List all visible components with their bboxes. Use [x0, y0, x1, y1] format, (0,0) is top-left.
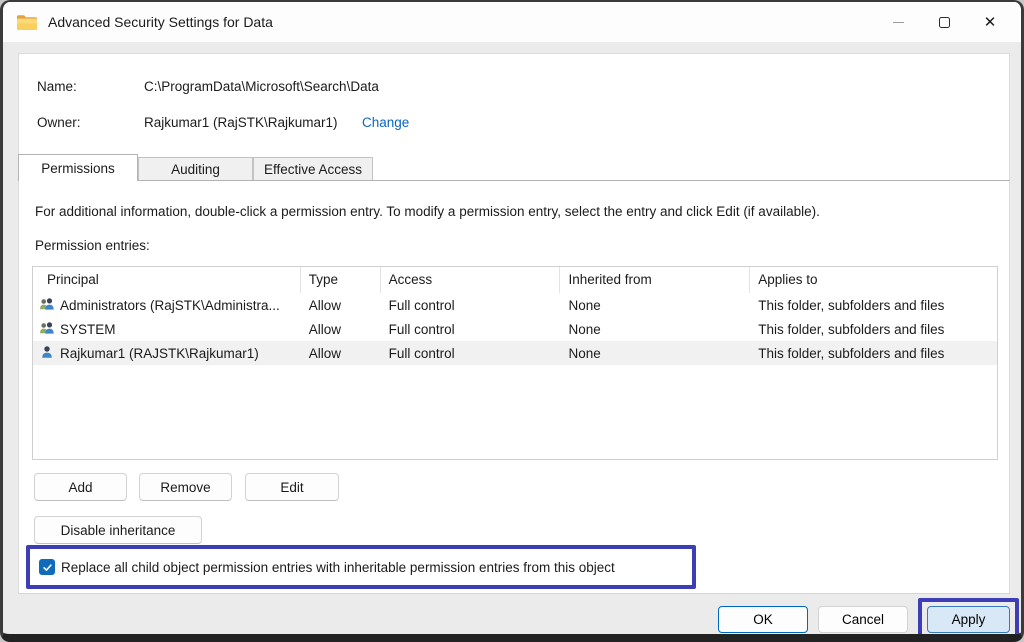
cancel-button[interactable]: Cancel — [818, 606, 908, 633]
principal-cell: Administrators (RajSTK\Administra... — [33, 297, 301, 313]
type-cell: Allow — [301, 298, 381, 313]
permissions-tab-content: For additional information, double-click… — [18, 180, 1010, 594]
change-owner-link[interactable]: Change — [362, 115, 409, 130]
type-cell: Allow — [301, 322, 381, 337]
table-row[interactable]: Rajkumar1 (RAJSTK\Rajkumar1) AllowFull co… — [33, 341, 997, 365]
user-icon — [39, 345, 55, 361]
table-header: Principal Type Access Inherited from App… — [33, 267, 997, 293]
advanced-security-settings-dialog: Advanced Security Settings for Data ✕ Na… — [0, 0, 1024, 642]
permission-entries-table: Principal Type Access Inherited from App… — [32, 266, 998, 460]
access-cell: Full control — [381, 298, 561, 313]
column-header-inherited-from[interactable]: Inherited from — [560, 267, 750, 293]
users-icon — [39, 321, 55, 337]
inherited-from-cell: None — [560, 346, 750, 361]
principal-cell: SYSTEM — [33, 321, 301, 337]
applies-to-cell: This folder, subfolders and files — [750, 322, 997, 337]
maximize-button[interactable] — [921, 2, 967, 42]
access-cell: Full control — [381, 322, 561, 337]
column-header-type[interactable]: Type — [301, 267, 381, 293]
tab-auditing[interactable]: Auditing — [138, 157, 253, 181]
permissions-description: For additional information, double-click… — [35, 204, 820, 219]
access-cell: Full control — [381, 346, 561, 361]
permission-entries-label: Permission entries: — [35, 238, 150, 253]
column-header-access[interactable]: Access — [381, 267, 561, 293]
owner-label: Owner: — [37, 115, 81, 130]
minimize-button[interactable] — [875, 2, 921, 42]
window-title: Advanced Security Settings for Data — [48, 14, 273, 30]
ok-button[interactable]: OK — [718, 606, 808, 633]
tab-permissions[interactable]: Permissions — [18, 154, 138, 181]
add-button[interactable]: Add — [34, 473, 127, 501]
name-label: Name: — [37, 79, 77, 94]
tab-effective-access[interactable]: Effective Access — [253, 157, 373, 181]
close-icon: ✕ — [984, 15, 997, 30]
column-header-applies-to[interactable]: Applies to — [750, 267, 997, 293]
remove-button[interactable]: Remove — [139, 473, 232, 501]
principal-cell: Rajkumar1 (RAJSTK\Rajkumar1) — [33, 345, 301, 361]
column-header-principal[interactable]: Principal — [33, 267, 301, 293]
apply-button[interactable]: Apply — [927, 606, 1010, 633]
maximize-icon — [939, 17, 950, 28]
close-button[interactable]: ✕ — [967, 2, 1013, 42]
replace-checkbox-label: Replace all child object permission entr… — [61, 560, 615, 575]
inherited-from-cell: None — [560, 298, 750, 313]
edit-button[interactable]: Edit — [245, 473, 339, 501]
name-value: C:\ProgramData\Microsoft\Search\Data — [144, 79, 379, 94]
table-row[interactable]: Administrators (RajSTK\Administra... Allo… — [33, 293, 997, 317]
applies-to-cell: This folder, subfolders and files — [750, 346, 997, 361]
replace-permissions-checkbox[interactable] — [39, 559, 55, 575]
principal-text: Rajkumar1 (RAJSTK\Rajkumar1) — [60, 346, 259, 361]
check-icon — [42, 562, 53, 573]
type-cell: Allow — [301, 346, 381, 361]
folder-icon — [16, 14, 38, 31]
window-controls: ✕ — [875, 2, 1013, 42]
title-bar: Advanced Security Settings for Data ✕ — [3, 2, 1021, 42]
disable-inheritance-button[interactable]: Disable inheritance — [34, 516, 202, 544]
permission-entries-body: Administrators (RajSTK\Administra... Allo… — [33, 293, 997, 365]
replace-checkbox-highlight-box: Replace all child object permission entr… — [26, 545, 696, 589]
users-icon — [39, 297, 55, 313]
principal-text: Administrators (RajSTK\Administra... — [60, 298, 280, 313]
principal-text: SYSTEM — [60, 322, 116, 337]
inherited-from-cell: None — [560, 322, 750, 337]
minimize-icon — [893, 22, 904, 23]
owner-value: Rajkumar1 (RajSTK\Rajkumar1) — [144, 115, 338, 130]
applies-to-cell: This folder, subfolders and files — [750, 298, 997, 313]
table-row[interactable]: SYSTEM AllowFull controlNoneThis folder, … — [33, 317, 997, 341]
